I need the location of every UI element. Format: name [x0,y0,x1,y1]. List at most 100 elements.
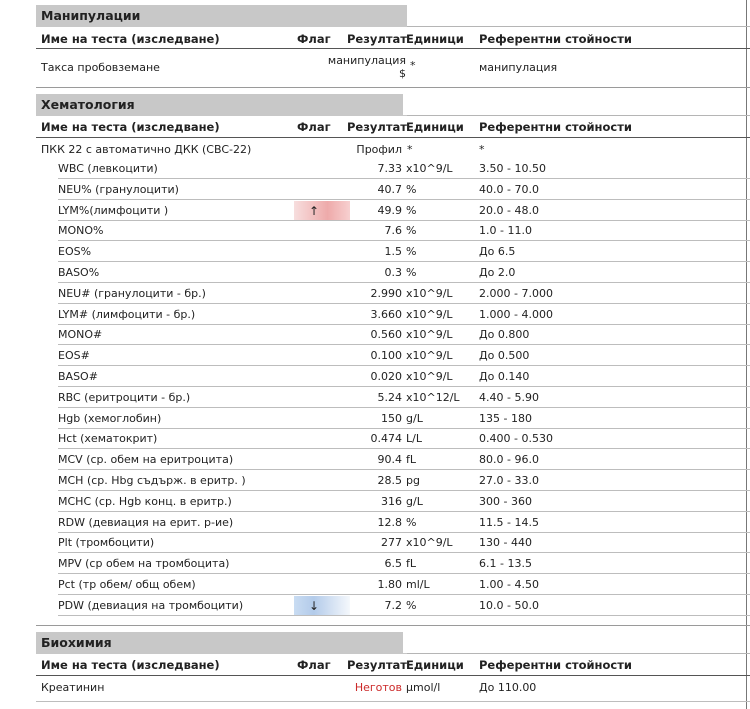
header-underline [36,675,750,676]
header-underline [36,137,750,138]
row-reference: 1.000 - 4.000 [479,307,553,321]
table-row: EOS# 0.100 x10^9/L До 0.500 [0,346,750,367]
row-reference: 0.400 - 0.530 [479,432,553,446]
header-flag: Флаг [297,32,331,46]
row-result: 0.3 [384,266,403,279]
header-underline [36,48,750,49]
row-unit: fL [406,453,417,467]
row-unit: x10^9/L [406,536,453,550]
row-flag [294,513,350,533]
row-result: 1.5 [384,245,403,259]
row-flag [294,575,350,595]
row-reference: 135 - 180 [479,411,532,425]
row-name: Pct (тр обем/ общ обем) [58,578,196,591]
row-unit: x10^9/L [406,349,453,363]
row-reference: 27.0 - 33.0 [479,474,539,487]
section-divider [36,653,750,654]
header-units: Единици [406,658,464,672]
row-name: LYM# (лимфоцити - бр.) [58,307,196,321]
row-reference: 2.000 - 7.000 [479,286,553,300]
row-unit: % [406,224,417,238]
row-flag [294,263,350,283]
row-result: 0.474 [370,432,403,446]
row-flag [294,305,350,325]
row-reference: До 6.5 [479,245,516,259]
row-flag [294,492,350,512]
row-unit: L/L [406,432,422,446]
row-flag [294,221,350,241]
section-divider [36,26,750,27]
header-units: Единици [406,32,464,46]
row-flag [294,533,350,553]
table-row: MPV (ср обем на тромбоцита) 6.5 fL 6.1 - 13… [0,554,750,575]
row-flag [294,180,350,200]
header-result: Резултат [347,32,407,46]
table-row: RDW (девиация на ерит. р-ие) 12.8% 11.5 - … [0,513,750,533]
row-name: EOS# [58,349,90,363]
section-title-hematology: Хематология [36,94,403,115]
row-reference: До 0.140 [479,370,530,383]
table-row: MCHC (ср. Hgb конц. в еритр.) 316 g/L 300 -… [0,492,750,512]
row-reference: 40.0 - 70.0 [479,182,539,196]
row-unit: % [406,515,417,529]
row-unit: % [406,598,417,612]
row-name: Hct (хематокрит) [58,432,158,446]
row-result: 7.6 [384,224,403,238]
row-unit: μmol/l [406,681,441,694]
row-name: RDW (девиация на ерит. р-ие) [58,515,234,529]
row-unit: % [406,245,417,259]
row-name: BASO# [58,370,98,383]
row-flag [294,409,350,429]
table-row: EOS% 1.5% До 6.5 [0,242,750,263]
row-result: 0.100 [370,349,403,363]
row-reference: До 0.500 [479,349,530,363]
header-reference: Референтни стойности [479,658,632,672]
row-reference: * [479,143,485,156]
row-flag [294,471,350,491]
row-result: 90.4 [377,453,403,467]
row-flag [294,554,350,574]
row-reference: 11.5 - 14.5 [479,515,539,529]
row-result: Профил [356,143,402,156]
row-name: PDW (девиация на тромбоцити) [58,598,244,612]
row-result: 7.33 [377,162,403,175]
row-name: ПКК 22 с автоматично ДКК (CBC-22) [41,143,252,156]
table-row: RBC (еритроцити - бр.) 5.24 x10^12/L 4.40 -… [0,388,750,408]
row-reference: 20.0 - 48.0 [479,203,539,217]
row-reference: 80.0 - 96.0 [479,453,539,467]
row-reference: До 2.0 [479,266,516,279]
row-name: NEU% (гранулоцити) [58,182,179,196]
row-reference: 6.1 - 13.5 [479,557,532,571]
row-result: 7.2 [384,598,403,612]
row-name: EOS% [58,245,92,259]
row-result: 0.020 [370,370,403,383]
header-flag: Флаг [297,658,331,672]
row-unit: x10^9/L [406,370,453,383]
row-name: Hgb (хемоглобин) [58,411,162,425]
row-name: Plt (тромбоцити) [58,536,155,550]
flag-low-arrow-icon: ↓ [294,595,350,616]
row-name: MCV (ср. обем на еритроцита) [58,453,234,467]
table-row: MCH (ср. Hbg съдърж. в еритр. ) 28.5 pg 27.… [0,471,750,491]
header-result: Резултат [347,120,407,134]
table-row: NEU% (гранулоцити) 40.7% 40.0 - 70.0 [0,180,750,200]
row-flag [294,159,350,179]
table-row: LYM# (лимфоцити - бр.) 3.660 x10^9/L 1.000 … [0,305,750,325]
row-name: LYM%(лимфоцити ) [58,203,169,217]
row-name: MONO# [58,328,103,342]
row-result: 49.9 [377,203,403,217]
row-flag [294,429,350,449]
row-result-pending: Неготов [354,681,402,694]
header-units: Единици [406,120,464,134]
row-name: Креатинин [41,681,105,694]
table-row: Hgb (хемоглобин) 150 g/L 135 - 180 [0,409,750,429]
table-row: Такса пробовземане манипулация $ * манип… [0,52,750,84]
table-row: MONO% 7.6% 1.0 - 11.0 [0,221,750,242]
section-title-biochemistry: Биохимия [36,632,403,653]
section-divider [36,115,750,116]
row-reference: 130 - 440 [479,536,532,550]
row-result-currency: $ [399,67,406,80]
row-unit: % [406,182,417,196]
row-flag [294,242,350,262]
row-underline [58,614,750,616]
